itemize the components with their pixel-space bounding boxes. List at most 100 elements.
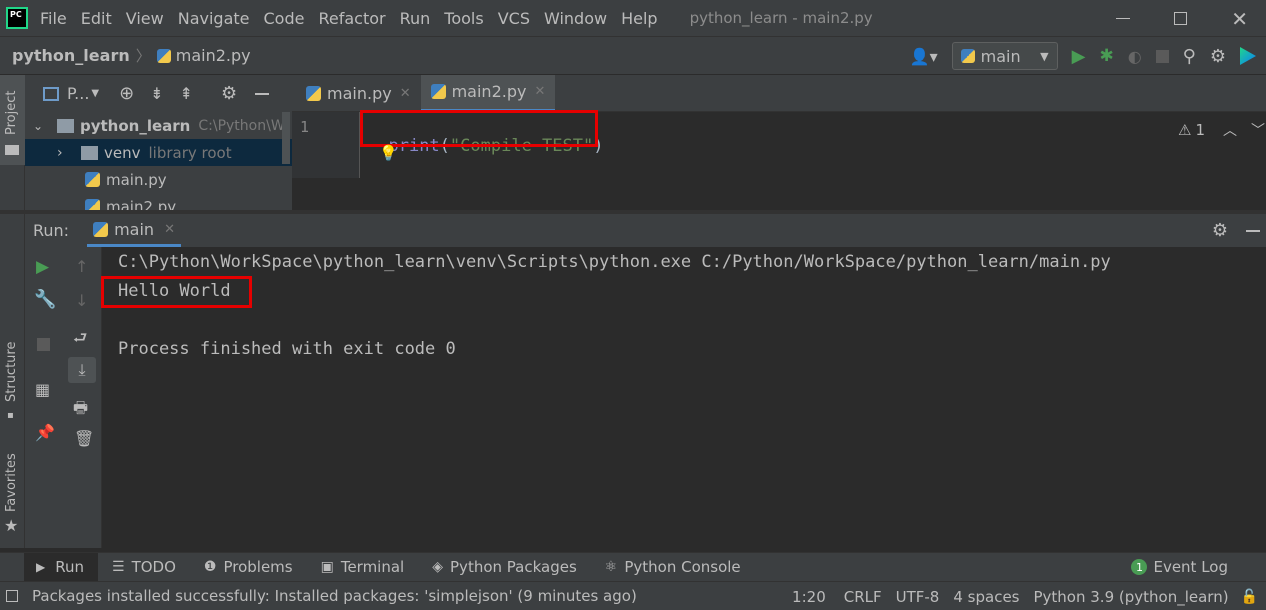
line-separator[interactable]: CRLF [844, 588, 882, 606]
print-icon[interactable]: 🖶 [73, 397, 88, 424]
layout-icon[interactable]: ▦ [35, 380, 50, 399]
bottom-tab-python-console[interactable]: ⚛ Python Console [605, 558, 741, 576]
bottom-tab-label: Problems [223, 558, 293, 576]
maximize-button[interactable] [1174, 12, 1188, 25]
run-console[interactable]: C:\Python\WorkSpace\python_learn\venv\Sc… [102, 247, 1266, 548]
stop-icon[interactable] [37, 338, 50, 351]
jetbrains-toolbox-icon[interactable] [1240, 47, 1256, 65]
menu-edit[interactable]: Edit [81, 9, 112, 28]
breadcrumb-file[interactable]: main2.py [176, 46, 251, 65]
rerun-icon[interactable]: ▶ [36, 257, 49, 277]
expand-all-icon[interactable]: ⇟ [150, 84, 163, 103]
bottom-tab-terminal[interactable]: ▣ Terminal [321, 558, 405, 576]
bottom-tab-label: TODO [131, 558, 176, 576]
hide-panel-icon[interactable] [255, 92, 270, 95]
breadcrumb-project[interactable]: python_learn [12, 46, 130, 65]
tree-item-root[interactable]: ⌄ python_learn C:\Python\W [25, 112, 292, 139]
structure-side-tab-label: Structure [4, 341, 19, 402]
gear-icon[interactable]: ⚙ [1212, 220, 1228, 241]
bottom-tab-python-packages[interactable]: ◈ Python Packages [432, 558, 577, 576]
tab-main-py[interactable]: main.py ✕ [292, 75, 421, 112]
run-config-label: main [980, 46, 1021, 66]
close-icon[interactable]: ✕ [534, 84, 545, 99]
wrench-icon[interactable]: 🔧 [34, 289, 56, 310]
lightbulb-icon[interactable]: 💡 [379, 144, 398, 162]
debug-icon[interactable]: ✱ [1099, 46, 1113, 66]
file-encoding[interactable]: UTF-8 [896, 588, 940, 606]
pycharm-logo: PC [6, 7, 28, 29]
status-message[interactable]: Packages installed successfully: Install… [32, 587, 637, 605]
arrow-up-icon[interactable]: ↑ [75, 257, 88, 276]
info-icon: ❶ [203, 559, 217, 575]
gear-icon[interactable]: ⚙ [221, 83, 237, 104]
tree-item-main2-py[interactable]: main2.py [25, 193, 292, 210]
project-panel-header: P... ▼ ⊕ ⇟ ⇞ ⚙ [25, 75, 292, 112]
menu-tools[interactable]: Tools [444, 9, 483, 28]
folder-icon [5, 145, 19, 155]
event-log-tab[interactable]: 1 Event Log [1131, 558, 1228, 576]
pin-icon[interactable]: 📌 [35, 423, 55, 442]
tree-item-venv[interactable]: › venv library root [25, 139, 292, 166]
structure-side-tab[interactable]: Structure ▪ [0, 340, 25, 435]
inspection-widget[interactable]: ⚠ 1 ︿ ﹀ [1178, 120, 1265, 140]
trash-icon[interactable]: 🗑 [74, 429, 94, 448]
close-icon[interactable]: ✕ [400, 86, 411, 101]
bottom-tab-label: Python Packages [450, 558, 577, 576]
tab-main2-py[interactable]: main2.py ✕ [420, 74, 556, 112]
close-icon[interactable]: ✕ [164, 222, 175, 237]
menu-help[interactable]: Help [621, 9, 657, 28]
project-side-tab[interactable]: Project [0, 75, 25, 165]
locate-target-icon[interactable]: ⊕ [119, 83, 134, 104]
menu-view[interactable]: View [126, 9, 164, 28]
status-toggle-icon[interactable] [6, 590, 18, 602]
menu-window[interactable]: Window [544, 9, 607, 28]
chevron-down-icon: ▼ [1040, 49, 1049, 63]
chevron-up-icon[interactable]: ︿ [1223, 120, 1237, 140]
lock-icon[interactable]: 🔓 [1241, 589, 1258, 605]
scroll-to-end-icon[interactable]: ⤓ [68, 357, 96, 383]
warning-icon: ⚠ [1178, 121, 1192, 139]
run-tab-main[interactable]: main ✕ [87, 214, 181, 247]
python-interpreter[interactable]: Python 3.9 (python_learn) [1034, 588, 1229, 606]
bottom-tab-todo[interactable]: ☰ TODO [112, 558, 176, 576]
run-icon[interactable]: ▶ [1072, 46, 1086, 67]
search-icon[interactable]: ⚲ [1183, 46, 1196, 67]
indent-setting[interactable]: 4 spaces [953, 588, 1019, 606]
menu-run[interactable]: Run [400, 9, 431, 28]
stop-icon[interactable] [1155, 49, 1169, 63]
tree-item-label: main.py [106, 170, 167, 189]
favorites-side-tab[interactable]: Favorites ★ [0, 450, 25, 540]
menu-vcs[interactable]: VCS [498, 9, 530, 28]
bottom-tab-run[interactable]: ▶ Run [24, 552, 98, 582]
bottom-tab-label: Run [55, 558, 84, 576]
chevron-down-icon[interactable]: ﹀ [1251, 120, 1265, 140]
menu-navigate[interactable]: Navigate [178, 9, 250, 28]
soft-wrap-icon[interactable]: ⮐ [73, 327, 87, 354]
bottom-tab-label: Python Console [624, 558, 741, 576]
menu-file[interactable]: File [40, 9, 67, 28]
bottom-tab-problems[interactable]: ❶ Problems [204, 558, 293, 576]
user-account-icon[interactable]: 👤▾ [910, 47, 938, 66]
favorites-side-tab-label: Favorites [4, 453, 19, 512]
project-view-icon[interactable] [43, 86, 59, 101]
minimize-button[interactable] [1116, 18, 1131, 19]
hide-panel-icon[interactable] [1246, 229, 1260, 232]
project-panel-scrollbar[interactable] [282, 112, 290, 164]
gear-icon[interactable]: ⚙ [1210, 46, 1226, 67]
close-window-button[interactable]: ✕ [1231, 7, 1248, 31]
coverage-icon[interactable]: ◐ [1128, 47, 1142, 66]
project-view-dropdown[interactable]: P... [67, 84, 89, 103]
run-panel-label: Run: [33, 221, 70, 240]
menu-code[interactable]: Code [264, 9, 305, 28]
layers-icon: ◈ [432, 559, 444, 575]
menu-refactor[interactable]: Refactor [318, 9, 385, 28]
arrow-down-icon[interactable]: ↓ [75, 291, 88, 310]
collapse-all-icon[interactable]: ⇞ [180, 84, 193, 103]
tree-item-main-py[interactable]: main.py [25, 166, 292, 193]
run-config-selector[interactable]: main ▼ [951, 42, 1058, 70]
project-tree: ⌄ python_learn C:\Python\W › venv librar… [25, 112, 292, 210]
caret-position[interactable]: 1:20 [792, 588, 826, 606]
window-title: python_learn - main2.py [689, 9, 873, 27]
highlight-box-code [360, 110, 598, 147]
highlight-box-output [101, 276, 252, 308]
